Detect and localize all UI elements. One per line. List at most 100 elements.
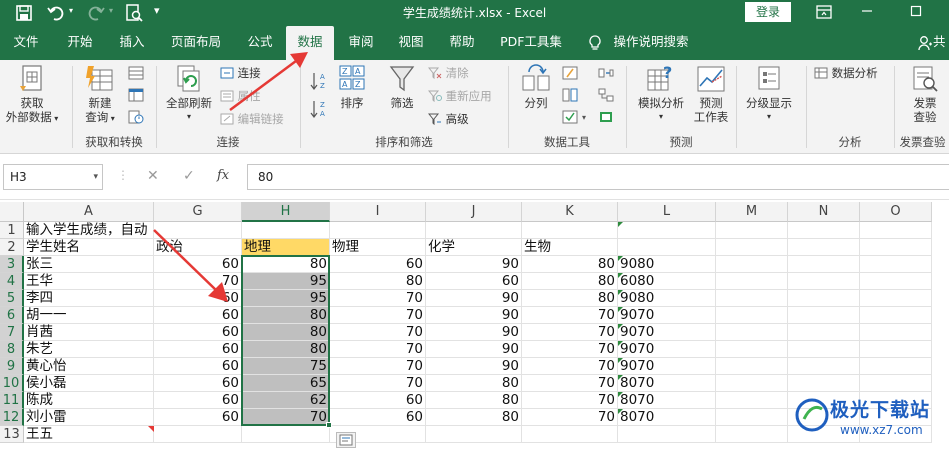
grid-cell[interactable] [716,409,788,426]
cell-i12[interactable]: 60 [330,409,426,426]
grid-cell[interactable] [860,239,932,256]
cell-j10[interactable]: 80 [426,375,522,392]
grid-cell[interactable] [716,256,788,273]
tab-review[interactable]: 审阅 [338,26,384,60]
cell-h8[interactable]: 80 [242,341,330,358]
row-header-10[interactable]: 10 [0,375,24,392]
filter-button[interactable]: 筛选 [382,64,422,110]
cell-g5[interactable]: 60 [154,290,242,307]
cell-l5[interactable]: 9080 [618,290,716,307]
grid-cell[interactable] [788,324,860,341]
tab-view[interactable]: 视图 [388,26,434,60]
grid-cell[interactable] [860,290,932,307]
tab-home[interactable]: 开始 [58,26,102,60]
cell-l8[interactable]: 9070 [618,341,716,358]
cell-j12[interactable]: 80 [426,409,522,426]
grid-cell[interactable] [522,222,618,239]
recent-sources-icon[interactable] [128,110,144,124]
cell-g12[interactable]: 60 [154,409,242,426]
cell-g6[interactable]: 60 [154,307,242,324]
cell-a4[interactable]: 王华 [24,273,154,290]
cell-i6[interactable]: 70 [330,307,426,324]
row-header-7[interactable]: 7 [0,324,24,341]
cell-g8[interactable]: 60 [154,341,242,358]
cell-j3[interactable]: 90 [426,256,522,273]
cell-k10[interactable]: 70 [522,375,618,392]
grid-cell[interactable] [860,324,932,341]
cell-l7[interactable]: 9070 [618,324,716,341]
column-header-o[interactable]: O [860,202,932,222]
cell-a11[interactable]: 陈成 [24,392,154,409]
cell-j11[interactable]: 80 [426,392,522,409]
tab-help[interactable]: 帮助 [440,26,484,60]
customize-toolbar-icon[interactable]: ▾ [154,4,160,17]
grid-cell[interactable] [788,290,860,307]
column-header-h[interactable]: H [242,202,330,222]
outline-button[interactable]: 分级显示 ▾ [740,64,798,124]
advanced-filter-button[interactable]: 高级 [427,110,469,128]
grid-cell[interactable] [716,239,788,256]
grid-cell[interactable] [426,222,522,239]
cell-a6[interactable]: 胡一一 [24,307,154,324]
data-model-icon[interactable] [598,110,614,124]
grid-cell[interactable] [788,375,860,392]
consolidate-icon[interactable] [598,66,614,80]
grid-cell[interactable] [618,239,716,256]
cell-h9[interactable]: 75 [242,358,330,375]
redo-icon[interactable] [86,3,106,23]
grid-cell[interactable] [716,392,788,409]
grid-cell[interactable] [426,426,522,443]
grid-cell[interactable] [716,290,788,307]
cell-k11[interactable]: 70 [522,392,618,409]
grid-cell[interactable] [522,426,618,443]
tell-me-search[interactable]: 操作说明搜索 [610,26,692,60]
column-header-a[interactable]: A [24,202,154,222]
cell-g7[interactable]: 60 [154,324,242,341]
enter-icon[interactable]: ✓ [183,168,195,184]
cell-k9[interactable]: 70 [522,358,618,375]
minimize-button[interactable] [847,0,887,26]
grid-cell[interactable] [860,341,932,358]
grid-cell[interactable] [860,222,932,239]
cell-h5[interactable]: 95 [242,290,330,307]
cell-i7[interactable]: 70 [330,324,426,341]
reapply-button[interactable]: 重新应用 [427,87,492,105]
clear-filter-button[interactable]: 清除 [427,64,469,82]
from-table-icon[interactable] [128,88,144,102]
select-all-corner[interactable] [0,202,24,222]
grid-cell[interactable] [330,222,426,239]
tab-pdf-tools[interactable]: PDF工具集 [494,26,568,60]
cell-k2[interactable]: 生物 [522,239,618,256]
cell-i2[interactable]: 物理 [330,239,426,256]
grid-cell[interactable] [788,307,860,324]
cell-i11[interactable]: 60 [330,392,426,409]
flash-fill-icon[interactable] [562,66,578,80]
cell-a1[interactable]: 输入学生成绩，自动 [24,222,154,239]
tab-data[interactable]: 数据 [286,26,334,60]
chevron-down-icon[interactable]: ▾ [93,165,98,189]
grid-cell[interactable] [716,222,788,239]
grid-cell[interactable] [860,358,932,375]
cell-h11[interactable]: 62 [242,392,330,409]
cell-i5[interactable]: 70 [330,290,426,307]
grid-cell[interactable] [618,222,716,239]
column-header-l[interactable]: L [618,202,716,222]
cell-a9[interactable]: 黄心怡 [24,358,154,375]
redo-dropdown-icon[interactable]: ▾ [109,6,113,15]
grid-cell[interactable] [860,307,932,324]
print-preview-icon[interactable] [124,3,144,23]
cell-l6[interactable]: 9070 [618,307,716,324]
login-button[interactable]: 登录 [745,2,791,22]
share-person-icon[interactable] [918,35,932,51]
maximize-button[interactable] [896,0,936,26]
cell-j4[interactable]: 60 [426,273,522,290]
sort-button[interactable]: Z A A Z 排序 [334,64,370,110]
cell-i3[interactable]: 60 [330,256,426,273]
column-header-i[interactable]: I [330,202,426,222]
cell-a10[interactable]: 侯小磊 [24,375,154,392]
cell-k4[interactable]: 80 [522,273,618,290]
cell-k5[interactable]: 80 [522,290,618,307]
remove-duplicates-icon[interactable] [562,88,578,102]
grid-cell[interactable] [788,341,860,358]
quick-analysis-button[interactable] [336,432,356,448]
